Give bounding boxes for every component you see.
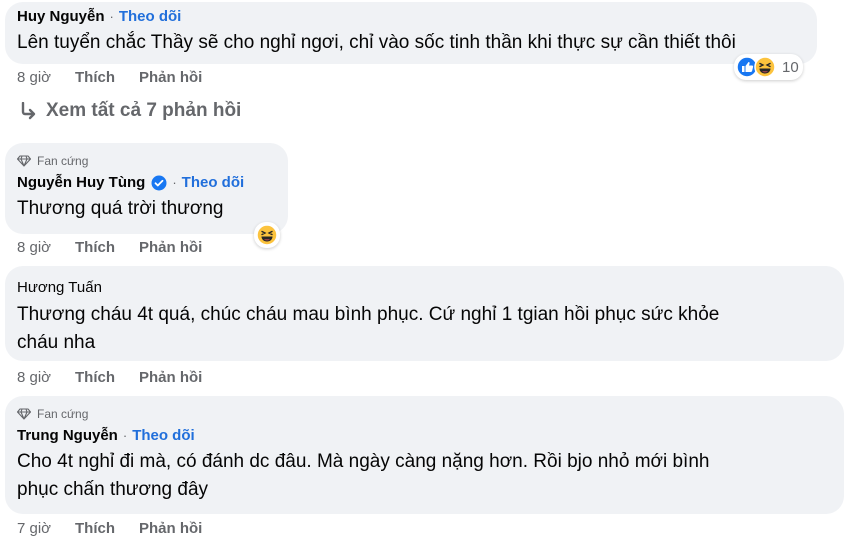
view-all-replies-label: Xem tất cả 7 phản hồi [46, 100, 242, 121]
comment-author[interactable]: Huy Nguyễn [17, 7, 105, 27]
haha-reaction-icon [256, 224, 278, 246]
comment-time[interactable]: 7 giờ [17, 519, 75, 539]
reply-button[interactable]: Phản hồi [139, 368, 202, 388]
comment-time[interactable]: 8 giờ [17, 368, 75, 388]
comment-text-line: Cho 4t nghỉ đi mà, có đánh dc đâu. Mà ng… [17, 451, 710, 472]
comment-time[interactable]: 8 giờ [17, 238, 75, 258]
like-button[interactable]: Thích [75, 238, 115, 258]
comment-actions: 8 giờ Thích Phản hồi [17, 368, 226, 388]
fan-badge-label: Fan cứng [37, 154, 89, 168]
reaction-count: 10 [782, 58, 799, 76]
comment-author[interactable]: Nguyễn Huy Tùng [17, 173, 145, 193]
fan-badge-label: Fan cứng [37, 407, 89, 421]
separator-dot: · [172, 175, 177, 190]
comment-header: Huy Nguyễn · Theo dõi [17, 7, 805, 27]
comment-header: Hương Tuấn [17, 278, 832, 298]
follow-button[interactable]: Theo dõi [119, 7, 182, 27]
reply-button[interactable]: Phản hồi [139, 238, 202, 258]
diamond-icon [17, 408, 31, 420]
separator-dot: · [122, 428, 128, 443]
comment-text-line: cháu nha [17, 332, 96, 353]
reaction-summary[interactable]: 10 [734, 54, 803, 80]
comment-text: Thương quá trời thương [17, 198, 224, 219]
like-button[interactable]: Thích [75, 68, 115, 88]
comment-actions: 8 giờ Thích Phản hồi [17, 68, 226, 88]
comment-bubble: Huy Nguyễn · Theo dõi Lên tuyển chắc Thầ… [5, 2, 817, 64]
comment-author[interactable]: Trung Nguyễn [17, 426, 118, 446]
like-button[interactable]: Thích [75, 519, 115, 539]
comment-text-line: Thương cháu 4t quá, chúc cháu mau bình p… [17, 304, 720, 325]
comment-header: Trung Nguyễn · Theo dõi [17, 426, 832, 446]
comment-actions: 8 giờ Thích Phản hồi [17, 238, 226, 258]
comment-text-line: phục chấn thương đây [17, 479, 209, 500]
comment-bubble: Hương Tuấn Thương cháu 4t quá, chúc cháu… [5, 266, 844, 361]
haha-reaction-icon [754, 56, 776, 78]
reply-button[interactable]: Phản hồi [139, 68, 202, 88]
view-all-replies-link[interactable]: Xem tất cả 7 phản hồi [20, 100, 241, 122]
comment-bubble: Fan cứng Nguyễn Huy Tùng · Theo dõi Thươ… [5, 143, 288, 234]
follow-button[interactable]: Theo dõi [182, 173, 245, 193]
verified-badge-icon [151, 175, 167, 191]
like-button[interactable]: Thích [75, 368, 115, 388]
follow-button[interactable]: Theo dõi [132, 426, 195, 446]
comment-time[interactable]: 8 giờ [17, 68, 75, 88]
reply-arrow-icon [21, 102, 36, 120]
fan-badge: Fan cứng [17, 153, 276, 169]
reaction-summary[interactable] [254, 222, 280, 248]
comment-bubble: Fan cứng Trung Nguyễn · Theo dõi Cho 4t … [5, 396, 844, 514]
comment-text: Lên tuyển chắc Thầy sẽ cho nghỉ ngơi, ch… [17, 32, 736, 53]
separator-dot: · [109, 9, 114, 24]
reply-button[interactable]: Phản hồi [139, 519, 202, 539]
diamond-icon [17, 155, 31, 167]
comment-actions: 7 giờ Thích Phản hồi [17, 519, 226, 539]
comment-author[interactable]: Hương Tuấn [17, 278, 102, 298]
fan-badge: Fan cứng [17, 406, 832, 422]
comment-header: Nguyễn Huy Tùng · Theo dõi [17, 173, 276, 193]
